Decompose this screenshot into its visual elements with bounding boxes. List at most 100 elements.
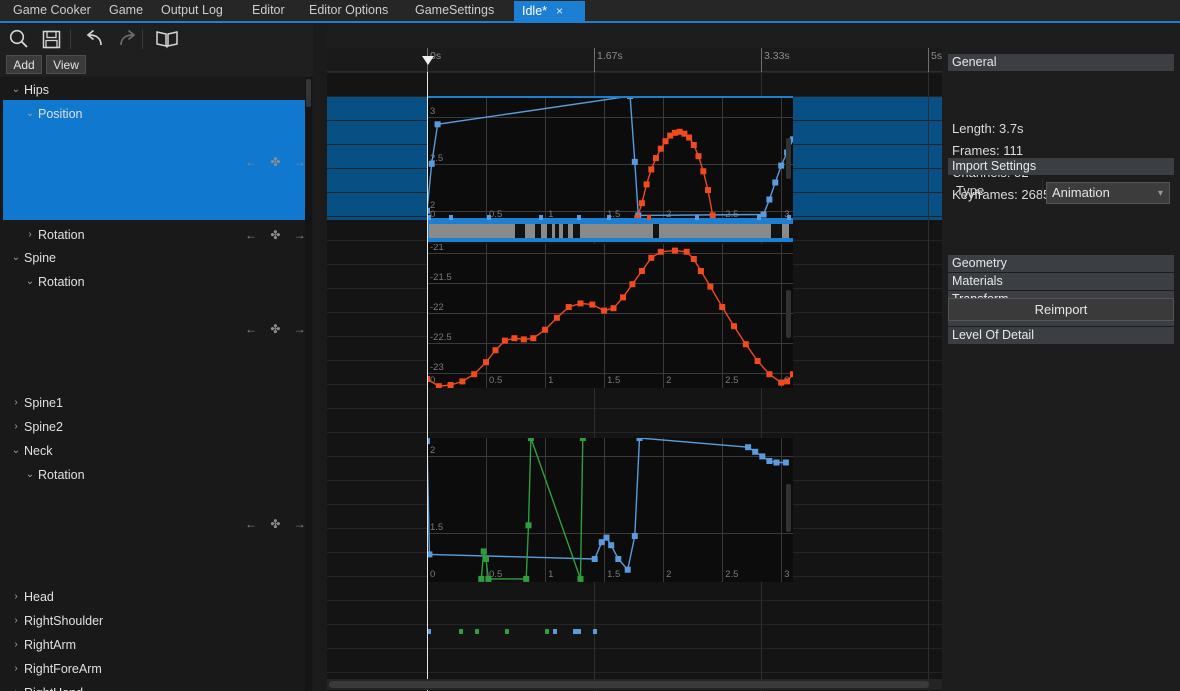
curve-panel-0[interactable]: 32.5200.511.522.53	[427, 96, 793, 220]
keyframe-marker[interactable]	[787, 215, 791, 220]
field-divider	[1042, 178, 1043, 202]
search-icon[interactable]	[4, 25, 34, 53]
tree-scrollbar-track[interactable]	[305, 77, 312, 691]
tree-item-spine[interactable]: ⌄ Spine	[0, 246, 313, 270]
chevron-down-icon[interactable]: ⌄	[10, 439, 22, 463]
chevron-right-icon[interactable]: ›	[10, 415, 22, 439]
channel-nav-icons[interactable]: ← ✤ →	[245, 150, 311, 174]
tree-item-rightforearm[interactable]: › RightForeArm	[0, 657, 313, 681]
view-button[interactable]: View	[46, 55, 86, 74]
keyframe-marker[interactable]	[459, 629, 463, 634]
tree-item-label: RightForeArm	[24, 662, 102, 676]
curve-vscroll-thumb[interactable]	[786, 484, 791, 532]
menu-item-editor[interactable]: Editor	[243, 0, 294, 21]
tree-item-rightarm[interactable]: › RightArm	[0, 633, 313, 657]
tree-item-spine1[interactable]: › Spine1	[0, 391, 313, 415]
menu-item-output-log[interactable]: Output Log	[152, 0, 232, 21]
tree-item-rightshoulder[interactable]: › RightShoulder	[0, 609, 313, 633]
keyframe-marker-row[interactable]	[427, 215, 793, 221]
keyframe-marker[interactable]	[577, 215, 581, 220]
row-separator	[327, 600, 942, 601]
keyframe-marker[interactable]	[539, 215, 543, 220]
keyframe-marker[interactable]	[487, 215, 491, 220]
keyframe-marker-row[interactable]	[427, 629, 793, 635]
channel-nav-icons[interactable]: ← ✤ →	[245, 317, 311, 341]
section-level-of-detail[interactable]: Level Of Detail	[948, 327, 1174, 344]
tree-item-rotation[interactable]: ⌄ Rotation	[0, 270, 313, 294]
curve-vscroll-thumb[interactable]	[786, 138, 791, 179]
tree-item-righthand[interactable]: ›RightHand	[0, 681, 313, 691]
playhead-line[interactable]	[427, 72, 428, 691]
chevron-down-icon[interactable]: ⌄	[10, 246, 22, 270]
type-dropdown[interactable]: Animation ▾	[1046, 182, 1170, 204]
keyframe-marker[interactable]	[449, 215, 453, 220]
chevron-right-icon[interactable]: ›	[10, 391, 22, 415]
chevron-right-icon[interactable]: ›	[10, 657, 22, 681]
tree-item-label: Rotation	[38, 228, 85, 242]
section-geometry[interactable]: Geometry	[948, 255, 1174, 272]
menu-item-gamesettings[interactable]: GameSettings	[406, 0, 503, 21]
keyframe-marker[interactable]	[647, 215, 651, 220]
time-ruler[interactable]: 0s 1.67s 3.33s 5s	[327, 48, 942, 72]
keyframe-gap	[771, 224, 782, 238]
undo-icon[interactable]	[80, 25, 110, 53]
redo-icon[interactable]	[112, 25, 142, 53]
tree-item-spine2[interactable]: › Spine2	[0, 415, 313, 439]
row-separator	[327, 672, 942, 673]
keyframe-marker[interactable]	[757, 215, 761, 220]
panel-splitter[interactable]	[313, 25, 327, 691]
curve-panel-2[interactable]: 2 1.5 0 0.5 1 1.5 2 2.5 3	[427, 438, 793, 582]
toolbar-separator	[70, 30, 71, 49]
curve-plot	[427, 98, 793, 218]
playhead-handle[interactable]	[422, 56, 434, 65]
keyframe-marker[interactable]	[475, 629, 479, 634]
channel-nav-icons[interactable]: ← ✤ →	[245, 223, 311, 247]
chevron-down-icon[interactable]: ⌄	[10, 78, 22, 102]
book-icon[interactable]	[152, 25, 182, 53]
chevron-right-icon[interactable]: ›	[10, 633, 22, 657]
close-icon[interactable]: ×	[556, 4, 563, 18]
keyframe-marker[interactable]	[545, 629, 549, 634]
curve-panel-1[interactable]: -21-21.5-22-22.5-2300.511.522.53	[427, 244, 793, 388]
tree-item-label: RightShoulder	[24, 614, 104, 628]
menu-item-game[interactable]: Game	[100, 0, 152, 21]
add-button[interactable]: Add	[6, 55, 42, 74]
channel-nav-icons[interactable]: ← ✤ →	[245, 512, 311, 536]
row-separator	[327, 72, 942, 73]
menu-item-game-cooker[interactable]: Game Cooker	[4, 0, 100, 21]
tree-item-rotation[interactable]: ⌄ Rotation	[0, 463, 313, 487]
chevron-right-icon[interactable]: ›	[10, 609, 22, 633]
keyframe-gap	[573, 224, 580, 238]
inspector-panel: General Length: 3.7sFrames: 111Channels:…	[942, 48, 1180, 691]
keyframe-marker[interactable]	[577, 629, 581, 634]
tab-idle[interactable]: Idle* ×	[514, 1, 585, 21]
timeline-panel[interactable]: 0s1.67s3.33s5s 32.5200.511.522.53 -21-21.…	[327, 48, 942, 691]
chevron-right-icon[interactable]: ›	[10, 585, 22, 609]
keyframe-marker[interactable]	[607, 215, 611, 220]
tree-scrollbar-thumb[interactable]	[306, 79, 311, 107]
tree-item-position[interactable]: ⌄ Position	[0, 102, 313, 126]
keyframe-marker[interactable]	[553, 629, 557, 634]
tree-item-head[interactable]: › Head	[0, 585, 313, 609]
keyframe-band[interactable]	[427, 220, 796, 242]
chevron-right-icon[interactable]: ›	[24, 223, 36, 247]
curve-vscroll-thumb[interactable]	[786, 290, 791, 338]
chevron-right-icon[interactable]: ›	[10, 681, 22, 691]
chevron-down-icon[interactable]: ⌄	[24, 102, 36, 126]
keyframe-marker[interactable]	[505, 629, 509, 634]
timeline-hscroll-thumb[interactable]	[329, 681, 929, 688]
section-import-settings[interactable]: Import Settings	[948, 158, 1174, 175]
save-icon[interactable]	[36, 25, 66, 53]
menu-item-editor-options[interactable]: Editor Options	[300, 0, 397, 21]
tree-item-hips[interactable]: ⌄ Hips	[0, 78, 313, 102]
tree-item-neck[interactable]: ⌄ Neck	[0, 439, 313, 463]
channel-tree[interactable]: ⌄ Hips ⌄ Position ← ✤ → › Rotation ← ✤ → ⌄ Spine ⌄…	[0, 77, 313, 691]
tree-item-label: Spine1	[24, 396, 63, 410]
reimport-button[interactable]: Reimport	[948, 298, 1174, 321]
keyframe-marker[interactable]	[695, 215, 699, 220]
section-general[interactable]: General	[948, 54, 1174, 71]
keyframe-marker[interactable]	[593, 629, 597, 634]
chevron-down-icon[interactable]: ⌄	[24, 270, 36, 294]
chevron-down-icon[interactable]: ⌄	[24, 463, 36, 487]
section-materials[interactable]: Materials	[948, 273, 1174, 290]
